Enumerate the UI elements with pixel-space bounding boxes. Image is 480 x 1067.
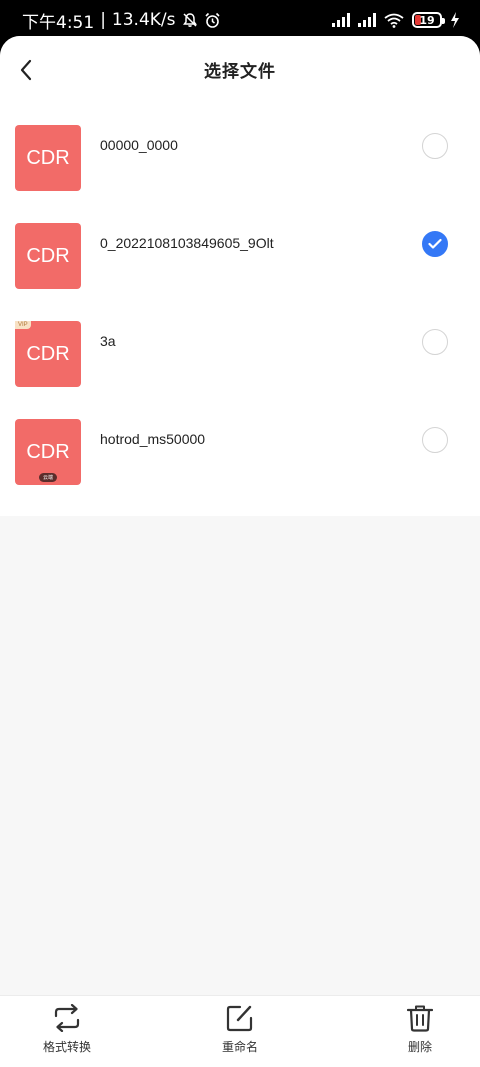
wifi-icon	[384, 13, 404, 28]
convert-icon	[54, 1004, 80, 1032]
select-radio[interactable]	[422, 427, 448, 453]
convert-button[interactable]: 格式转换	[17, 996, 117, 1067]
page-title: 选择文件	[204, 61, 276, 82]
cdr-file-icon: CDR	[15, 223, 81, 289]
signal-icon	[332, 13, 350, 27]
select-radio-checked[interactable]	[422, 231, 448, 257]
file-item[interactable]: CDR 云端 hotrod_ms50000	[0, 406, 480, 504]
nav-bar: 选择文件	[0, 36, 480, 102]
screen: 下午4:51 | 13.4K/s 19 选择文件 CDR 00000_0000 …	[0, 0, 480, 1067]
cloud-badge: 云端	[38, 473, 58, 482]
file-item[interactable]: VIP CDR 3a	[0, 308, 480, 406]
battery-level: 19	[419, 13, 435, 27]
rename-button[interactable]: 重命名	[190, 996, 290, 1067]
thumb-label: CDR	[26, 244, 70, 267]
rename-label: 重命名	[221, 1040, 258, 1054]
status-bar: 下午4:51 | 13.4K/s 19	[0, 0, 480, 40]
convert-label: 格式转换	[42, 1040, 91, 1054]
status-net-speed: 13.4K/s	[111, 10, 176, 30]
bottom-toolbar: 格式转换 重命名 删除	[0, 995, 480, 1067]
cdr-file-icon: VIP CDR	[15, 321, 81, 387]
back-button[interactable]	[8, 50, 44, 90]
file-item[interactable]: CDR 0_2022108103849605_9Olt	[0, 210, 480, 308]
status-separator: |	[100, 10, 106, 30]
select-radio[interactable]	[422, 133, 448, 159]
select-radio[interactable]	[422, 329, 448, 355]
file-name: 0_2022108103849605_9Olt	[100, 235, 274, 251]
mute-bell-icon	[182, 12, 198, 28]
thumb-label: CDR	[26, 342, 70, 365]
charging-icon	[450, 12, 460, 28]
app-surface: 选择文件 CDR 00000_0000 CDR 0_20221081038496…	[0, 36, 480, 1067]
trash-icon	[407, 1005, 433, 1032]
alarm-icon	[204, 12, 221, 29]
edit-icon	[226, 1005, 253, 1032]
delete-label: 删除	[407, 1040, 432, 1054]
vip-badge: VIP	[15, 321, 31, 329]
thumb-label: CDR	[26, 146, 70, 169]
file-list: CDR 00000_0000 CDR 0_2022108103849605_9O…	[0, 102, 480, 516]
cdr-file-icon: CDR	[15, 125, 81, 191]
file-item[interactable]: CDR 00000_0000	[0, 112, 480, 210]
file-name: 3a	[100, 333, 116, 349]
status-right: 19	[332, 12, 460, 28]
file-name: 00000_0000	[100, 137, 178, 153]
file-name: hotrod_ms50000	[100, 431, 206, 447]
chevron-left-icon	[20, 59, 32, 81]
signal-icon	[358, 13, 376, 27]
delete-button[interactable]: 删除	[370, 996, 470, 1067]
status-left: 下午4:51 | 13.4K/s	[22, 8, 221, 33]
battery-icon: 19	[412, 12, 445, 28]
checkmark-icon	[428, 238, 442, 249]
status-time: 下午4:51	[22, 12, 95, 33]
thumb-label: CDR	[26, 440, 70, 463]
cdr-file-icon: CDR 云端	[15, 419, 81, 485]
